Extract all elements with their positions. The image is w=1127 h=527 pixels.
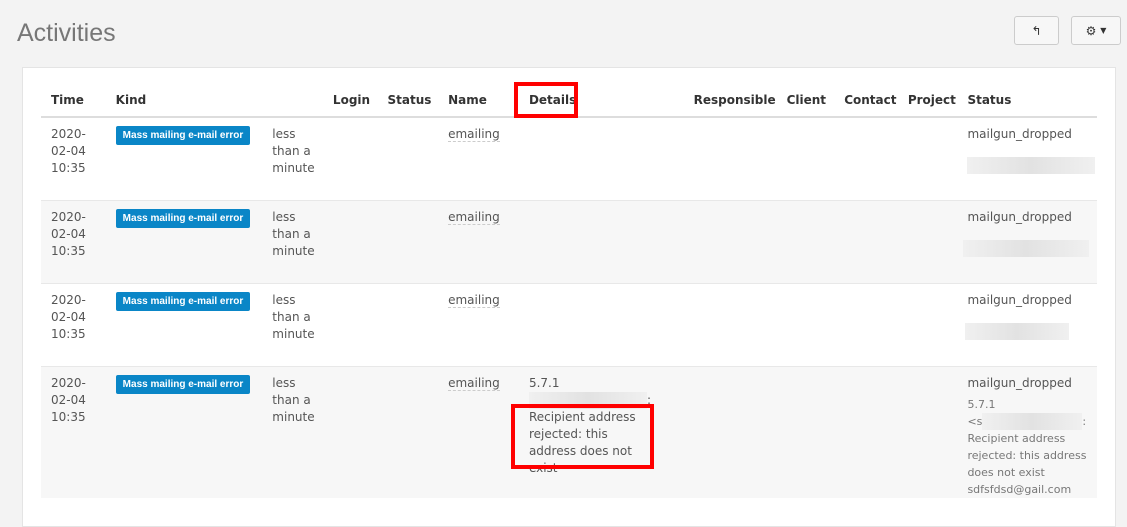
status-email: sdfsfdsd@gail.com (967, 483, 1072, 496)
ago-cell: less than a minute (262, 199, 323, 283)
col-ago (262, 83, 323, 118)
back-button[interactable]: ↰ (1014, 16, 1059, 45)
name-link[interactable]: emailing (448, 127, 500, 142)
settings-dropdown-button[interactable]: ⚙ ▼ (1071, 16, 1121, 45)
back-arrow-icon: ↰ (1031, 23, 1042, 38)
kind-badge: Mass mailing e-mail error (115, 291, 251, 311)
redacted-text (965, 322, 1070, 340)
redacted-text (982, 413, 1083, 430)
redacted-text (967, 157, 1096, 174)
status-detail: Recipient address rejected: this address… (967, 432, 1087, 479)
page-title: Activities (17, 19, 116, 47)
col-project[interactable]: Project (897, 83, 958, 118)
col-status-2[interactable]: Status (957, 83, 1097, 118)
time-cell: 2020- 02-04 10:35 (41, 365, 106, 498)
time-cell: 2020- 02-04 10:35 (41, 199, 106, 283)
ago-cell: less than a minute (262, 282, 323, 366)
col-time[interactable]: Time (41, 83, 106, 118)
col-responsible[interactable]: Responsible (683, 83, 777, 118)
highlight-details-header (514, 82, 578, 118)
table-row[interactable]: 2020- 02-04 10:35 Mass mailing e-mail erro… (41, 116, 1097, 200)
col-contact[interactable]: Contact (834, 83, 898, 118)
name-link[interactable]: emailing (448, 209, 500, 225)
status-value: mailgun_dropped (967, 292, 1072, 307)
details-code: 5.7.1 (528, 375, 560, 390)
status-code: 5.7.1 (967, 397, 996, 411)
status-prefix: <s (967, 414, 983, 428)
time-cell: 2020- 02-04 10:35 (41, 282, 106, 366)
redacted-text (963, 239, 1090, 257)
table-row[interactable]: 2020- 02-04 10:35 Mass mailing e-mail erro… (41, 199, 1097, 283)
ago-cell: less than a minute (262, 116, 323, 200)
name-link[interactable]: emailing (448, 375, 500, 391)
caret-down-icon: ▼ (1100, 26, 1107, 35)
name-link[interactable]: emailing (448, 292, 500, 308)
highlight-details-text (511, 404, 654, 469)
kind-badge: Mass mailing e-mail error (115, 208, 251, 228)
status-value: mailgun_dropped (967, 209, 1072, 224)
status-value: mailgun_dropped (967, 127, 1072, 141)
kind-badge: Mass mailing e-mail error (115, 374, 251, 394)
col-name[interactable]: Name (438, 83, 519, 118)
col-status[interactable]: Status (377, 83, 439, 118)
status-value: mailgun_dropped (967, 375, 1072, 390)
kind-badge: Mass mailing e-mail error (115, 126, 251, 145)
table-row[interactable]: 2020- 02-04 10:35 Mass mailing e-mail erro… (41, 282, 1097, 366)
col-client[interactable]: Client (776, 83, 835, 118)
time-cell: 2020- 02-04 10:35 (41, 116, 106, 200)
ago-cell: less than a minute (262, 365, 323, 498)
gear-icon: ⚙ (1085, 23, 1097, 38)
col-login[interactable]: Login (322, 83, 378, 118)
col-kind[interactable]: Kind (105, 83, 263, 118)
